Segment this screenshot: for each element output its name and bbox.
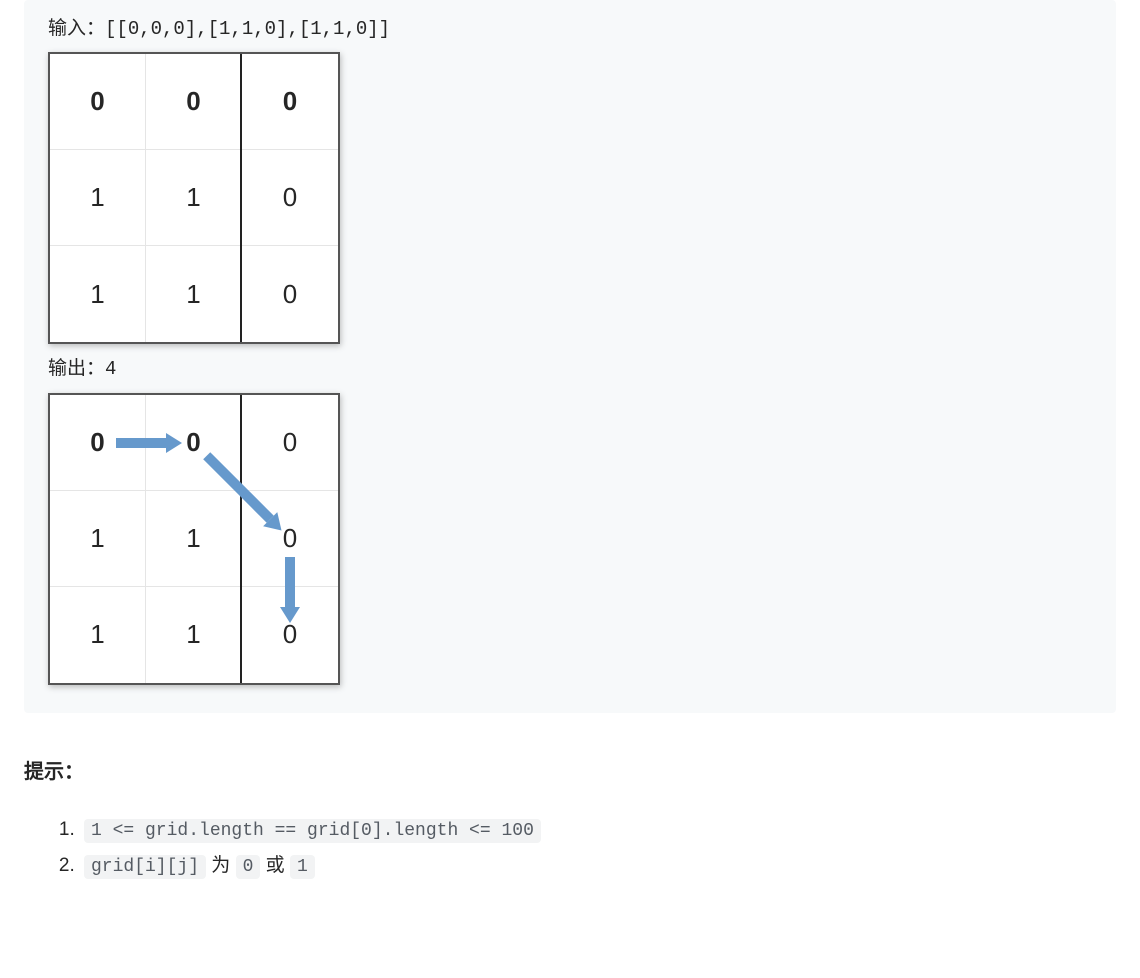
grid-row: 110 xyxy=(50,587,338,683)
hints-section: 提示： 1 <= grid.length == grid[0].length <… xyxy=(24,755,1116,884)
grid-cell: 0 xyxy=(146,54,242,150)
grid-cell: 1 xyxy=(50,587,146,683)
hint-2-code-2: 0 xyxy=(236,855,261,879)
output-value: 4 xyxy=(105,358,116,380)
grid-cell: 0 xyxy=(242,491,338,587)
hints-list: 1 <= grid.length == grid[0].length <= 10… xyxy=(52,812,1116,884)
grid-cell: 1 xyxy=(146,150,242,246)
hints-title: 提示： xyxy=(24,755,1116,784)
grid-row: 000 xyxy=(50,54,338,150)
grid-1-wrap: 000110110 xyxy=(48,52,1092,344)
grid-cell: 0 xyxy=(242,54,338,150)
grid-cell: 1 xyxy=(50,150,146,246)
grid-cell: 0 xyxy=(242,587,338,683)
output-line: 输出：4 xyxy=(48,354,1092,384)
grid-cell: 1 xyxy=(50,491,146,587)
grid-cell: 1 xyxy=(146,246,242,342)
grid-cell: 0 xyxy=(50,395,146,491)
grid-row: 000 xyxy=(50,395,338,491)
hint-2-text-2: 或 xyxy=(260,855,290,876)
hint-2-code-1: grid[i][j] xyxy=(84,855,206,879)
grid-row: 110 xyxy=(50,246,338,342)
grid-cell: 0 xyxy=(146,395,242,491)
grid-1: 000110110 xyxy=(48,52,340,344)
hint-1-code: 1 <= grid.length == grid[0].length <= 10… xyxy=(84,819,541,843)
input-label: 输入： xyxy=(48,18,105,40)
example-block: 输入：[[0,0,0],[1,1,0],[1,1,0]] 000110110 输… xyxy=(24,0,1116,713)
hint-2-code-3: 1 xyxy=(290,855,315,879)
output-label: 输出： xyxy=(48,358,105,380)
hint-2-text-1: 为 xyxy=(206,855,236,876)
grid-cell: 0 xyxy=(242,246,338,342)
grid-row: 110 xyxy=(50,150,338,246)
hint-item-2: grid[i][j] 为 0 或 1 xyxy=(80,848,1116,884)
grid-cell: 1 xyxy=(50,246,146,342)
grid-2: 000110110 xyxy=(48,393,340,685)
grid-2-wrap: 000110110 xyxy=(48,393,1092,685)
grid-row: 110 xyxy=(50,491,338,587)
grid-cell: 1 xyxy=(146,587,242,683)
grid-cell: 0 xyxy=(50,54,146,150)
grid-cell: 0 xyxy=(242,395,338,491)
input-value: [[0,0,0],[1,1,0],[1,1,0]] xyxy=(105,18,390,40)
hint-item-1: 1 <= grid.length == grid[0].length <= 10… xyxy=(80,812,1116,848)
grid-cell: 1 xyxy=(146,491,242,587)
input-line: 输入：[[0,0,0],[1,1,0],[1,1,0]] xyxy=(48,14,1092,44)
grid-cell: 0 xyxy=(242,150,338,246)
